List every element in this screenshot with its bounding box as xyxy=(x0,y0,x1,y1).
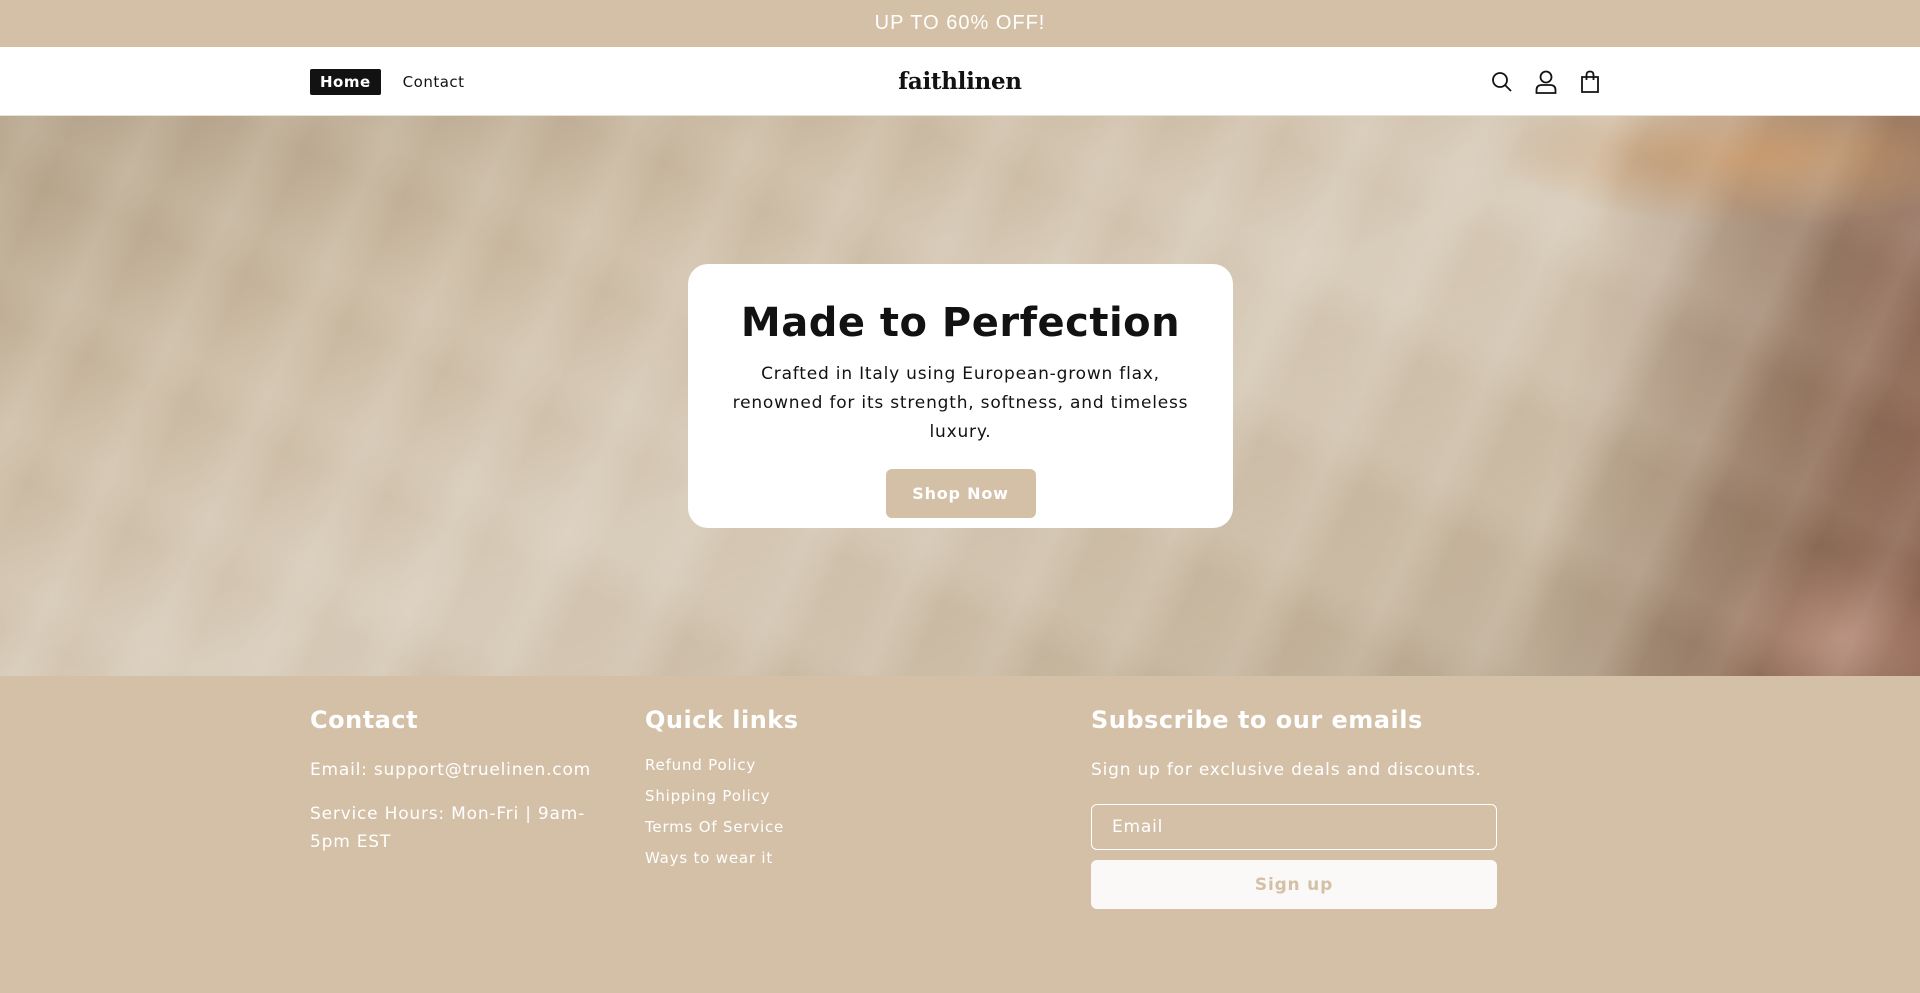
main-nav: Home Contact xyxy=(310,47,475,116)
footer-service-hours: Service Hours: Mon-Fri | 9am-5pm EST xyxy=(310,804,586,852)
footer-quick-links-heading: Quick links xyxy=(645,706,799,734)
hero-card: Made to Perfection Crafted in Italy usin… xyxy=(688,264,1233,528)
account-icon[interactable] xyxy=(1534,70,1558,94)
hero-title: Made to Perfection xyxy=(740,300,1181,346)
header-icons xyxy=(1490,47,1602,116)
site-header: Home Contact faithlinen xyxy=(0,47,1920,116)
footer-contact-email: Email: support@truelinen.com xyxy=(310,760,592,780)
footer-subscribe: Subscribe to our emails Sign up for excl… xyxy=(1091,706,1497,909)
site-footer: Contact Email: support@truelinen.com Ser… xyxy=(0,676,1920,993)
announcement-text: UP TO 60% OFF! xyxy=(874,12,1046,34)
hero-banner: Made to Perfection Crafted in Italy usin… xyxy=(0,116,1920,676)
nav-contact-link[interactable]: Contact xyxy=(393,69,475,95)
footer-link-shipping-policy[interactable]: Shipping Policy xyxy=(645,787,799,805)
shop-now-button[interactable]: Shop Now xyxy=(885,469,1036,518)
footer-contact-heading: Contact xyxy=(310,706,419,734)
hero-description: Crafted in Italy using European-grown fl… xyxy=(732,364,1189,442)
email-field[interactable] xyxy=(1091,804,1497,850)
footer-quick-links: Quick links Refund Policy Shipping Polic… xyxy=(645,706,799,880)
footer-contact: Contact Email: support@truelinen.com Ser… xyxy=(310,706,600,856)
cart-icon[interactable] xyxy=(1578,70,1602,94)
sign-up-button[interactable]: Sign up xyxy=(1091,860,1497,909)
footer-link-ways-to-wear[interactable]: Ways to wear it xyxy=(645,849,799,867)
footer-link-refund-policy[interactable]: Refund Policy xyxy=(645,756,799,774)
footer-link-terms-of-service[interactable]: Terms Of Service xyxy=(645,818,799,836)
nav-home-link[interactable]: Home xyxy=(310,68,381,95)
announcement-bar: UP TO 60% OFF! xyxy=(0,0,1920,47)
footer-subscribe-heading: Subscribe to our emails xyxy=(1091,706,1423,734)
footer-subscribe-text: Sign up for exclusive deals and discount… xyxy=(1091,760,1482,780)
search-icon[interactable] xyxy=(1490,70,1514,94)
brand-logo[interactable]: faithlinen xyxy=(0,47,1920,116)
